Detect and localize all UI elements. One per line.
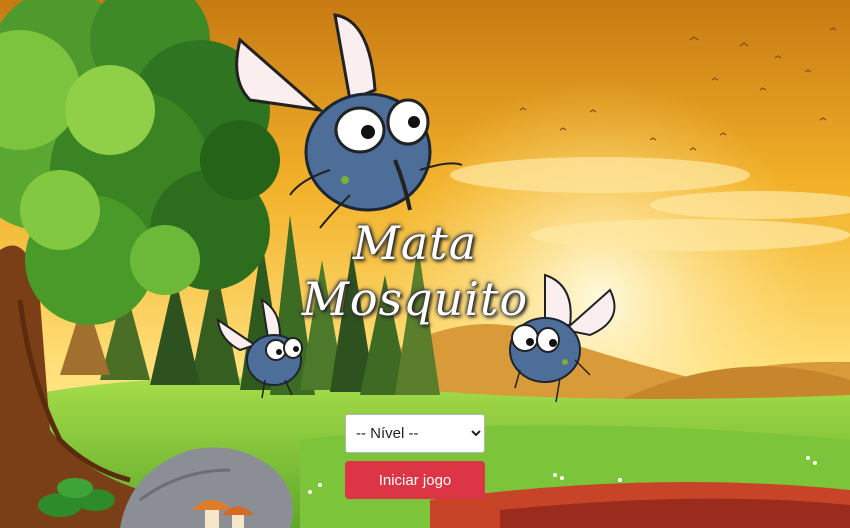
- level-select[interactable]: -- Nível --: [345, 414, 485, 453]
- game-title: Mata Mosquito: [270, 215, 560, 327]
- start-game-button[interactable]: Iniciar jogo: [345, 461, 485, 499]
- game-title-line1: Mata: [352, 216, 478, 270]
- game-title-line2: Mosquito: [301, 272, 529, 326]
